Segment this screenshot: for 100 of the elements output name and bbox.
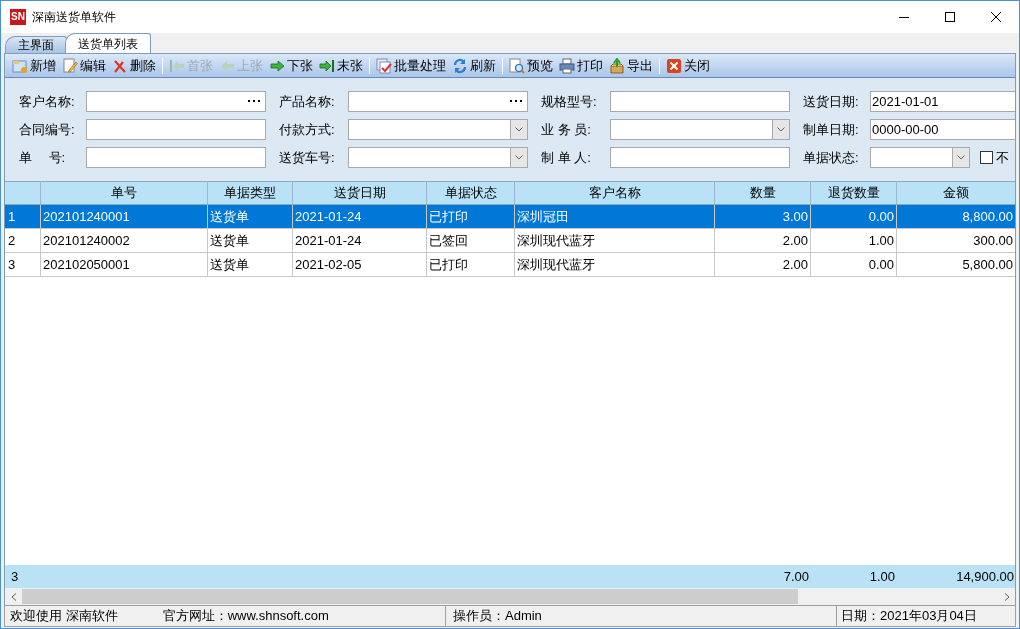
table-cell: 202102050001 [41, 253, 208, 276]
right-arrow-icon [269, 57, 285, 74]
table-cell: 送货单 [208, 229, 293, 252]
dropdown[interactable] [610, 119, 790, 140]
toolbar-button[interactable]: 编辑 [59, 54, 109, 77]
table-cell: 0.00 [811, 253, 897, 276]
table-cell: 5,800.00 [897, 253, 1015, 276]
field-label: 合同编号: [19, 120, 76, 139]
input-field[interactable] [86, 119, 266, 140]
tab[interactable]: 主界面 [5, 36, 67, 53]
field-label: 制单日期: [803, 120, 860, 139]
table-cell: 3.00 [715, 205, 811, 228]
column-header[interactable]: 金额 [897, 182, 1015, 204]
table-cell: 深圳现代蓝牙 [515, 229, 715, 252]
status-text: 欢迎使用 深南软件 [10, 607, 118, 626]
field-label: 单 号: [19, 148, 67, 167]
last-arrow-icon [319, 57, 335, 74]
table-row[interactable]: 2 202101240002 送货单 2021-01-24 已签回 深圳现代蓝牙 2.00 1.00 300.00 [5, 229, 1015, 253]
maximize-icon [945, 12, 955, 22]
field-label: 规格型号: [541, 92, 598, 111]
dropdown[interactable] [348, 119, 528, 140]
input-field[interactable] [86, 147, 266, 168]
scrollbar-thumb[interactable] [22, 589, 798, 604]
toolbar-button[interactable]: 删除 [109, 54, 159, 77]
close-icon [991, 12, 1001, 22]
table-cell: 1.00 [811, 229, 897, 252]
toolbar-button[interactable]: 打印 [556, 54, 606, 77]
magnifier-document-icon [509, 57, 525, 74]
status-text: 操作员：Admin [453, 607, 542, 626]
row-number: 1 [5, 205, 41, 228]
table-cell: 2021-01-24 [293, 229, 427, 252]
toolbar-button[interactable]: 批量处理 [373, 54, 449, 77]
table-cell: 2.00 [715, 253, 811, 276]
table-cell: 已签回 [427, 229, 515, 252]
column-header[interactable]: 单据类型 [208, 182, 293, 204]
input-field[interactable] [610, 147, 790, 168]
column-header[interactable]: 数量 [715, 182, 811, 204]
checkbox[interactable] [980, 151, 993, 164]
table-row[interactable]: 1 202101240001 送货单 2021-01-24 已打印 深圳冠田 3.00 0.00 8,800.00 [5, 205, 1015, 229]
field-label: 送货车号: [279, 148, 336, 167]
chevron-down-icon [515, 127, 523, 132]
refresh-icon [452, 57, 468, 74]
total-value: 7.00 [782, 567, 810, 586]
table-cell: 深圳现代蓝牙 [515, 253, 715, 276]
input-field[interactable]: 0000-00-00 [870, 119, 1015, 140]
field-label: 业 务 员: [541, 120, 592, 139]
status-text: 日期：2021年03月04日 [841, 607, 977, 626]
input-field[interactable] [610, 91, 790, 112]
dropdown[interactable] [870, 147, 970, 168]
table-cell: 2021-02-05 [293, 253, 427, 276]
table-cell: 202101240001 [41, 205, 208, 228]
toolbar-button[interactable]: 导出 [606, 54, 656, 77]
ellipsis-icon [510, 100, 522, 103]
toolbar-button[interactable]: 关闭 [663, 54, 713, 77]
printer-icon [559, 57, 575, 74]
column-header[interactable]: 单据状态 [427, 182, 515, 204]
toolbar-button[interactable]: 新增 [9, 54, 59, 77]
chevron-left-icon [10, 592, 17, 601]
window-title: 深南送货单软件 [32, 9, 116, 26]
field-label: 客户名称: [19, 92, 76, 111]
chevron-down-icon [957, 155, 965, 160]
table-cell: 8,800.00 [897, 205, 1015, 228]
column-header[interactable]: 单号 [41, 182, 208, 204]
table-cell: 送货单 [208, 253, 293, 276]
dropdown[interactable] [348, 147, 528, 168]
field-label: 送货日期: [803, 92, 860, 111]
chevron-right-icon [1003, 592, 1010, 601]
table-cell: 已打印 [427, 253, 515, 276]
column-header[interactable]: 客户名称 [515, 182, 715, 204]
input-field[interactable] [348, 91, 528, 112]
table-cell: 300.00 [897, 229, 1015, 252]
table-cell: 2.00 [715, 229, 811, 252]
table-cell: 0.00 [811, 205, 897, 228]
field-label: 产品名称: [279, 92, 336, 111]
toolbar-button[interactable]: 末张 [316, 54, 366, 77]
total-value: 14,900.00 [955, 567, 1015, 586]
input-field[interactable] [86, 91, 266, 112]
column-header[interactable]: 退货数量 [811, 182, 897, 204]
toolbar-button[interactable]: 预览 [506, 54, 556, 77]
tab[interactable]: 送货单列表 [65, 33, 151, 53]
table-cell: 2021-01-24 [293, 205, 427, 228]
checked-documents-icon [376, 57, 392, 74]
table-cell: 202101240002 [41, 229, 208, 252]
row-count: 3 [10, 567, 20, 586]
pencil-document-icon [62, 57, 78, 74]
toolbar-button[interactable]: 刷新 [449, 54, 499, 77]
input-field[interactable]: 2021-01-01 [870, 91, 1015, 112]
table-cell: 深圳冠田 [515, 205, 715, 228]
chevron-down-icon [777, 127, 785, 132]
status-text: 官方网址：www.shnsoft.com [162, 607, 329, 626]
close-icon [666, 57, 682, 74]
box-arrow-icon [609, 57, 625, 74]
row-number: 2 [5, 229, 41, 252]
first-arrow-icon [169, 57, 185, 74]
checkbox-label: 不 [996, 148, 1009, 167]
table-row[interactable]: 3 202102050001 送货单 2021-02-05 已打印 深圳现代蓝牙 2.00 0.00 5,800.00 [5, 253, 1015, 277]
column-header[interactable]: 送货日期 [293, 182, 427, 204]
ellipsis-icon [248, 100, 260, 103]
toolbar-button[interactable]: 下张 [266, 54, 316, 77]
field-label: 付款方式: [279, 120, 336, 139]
